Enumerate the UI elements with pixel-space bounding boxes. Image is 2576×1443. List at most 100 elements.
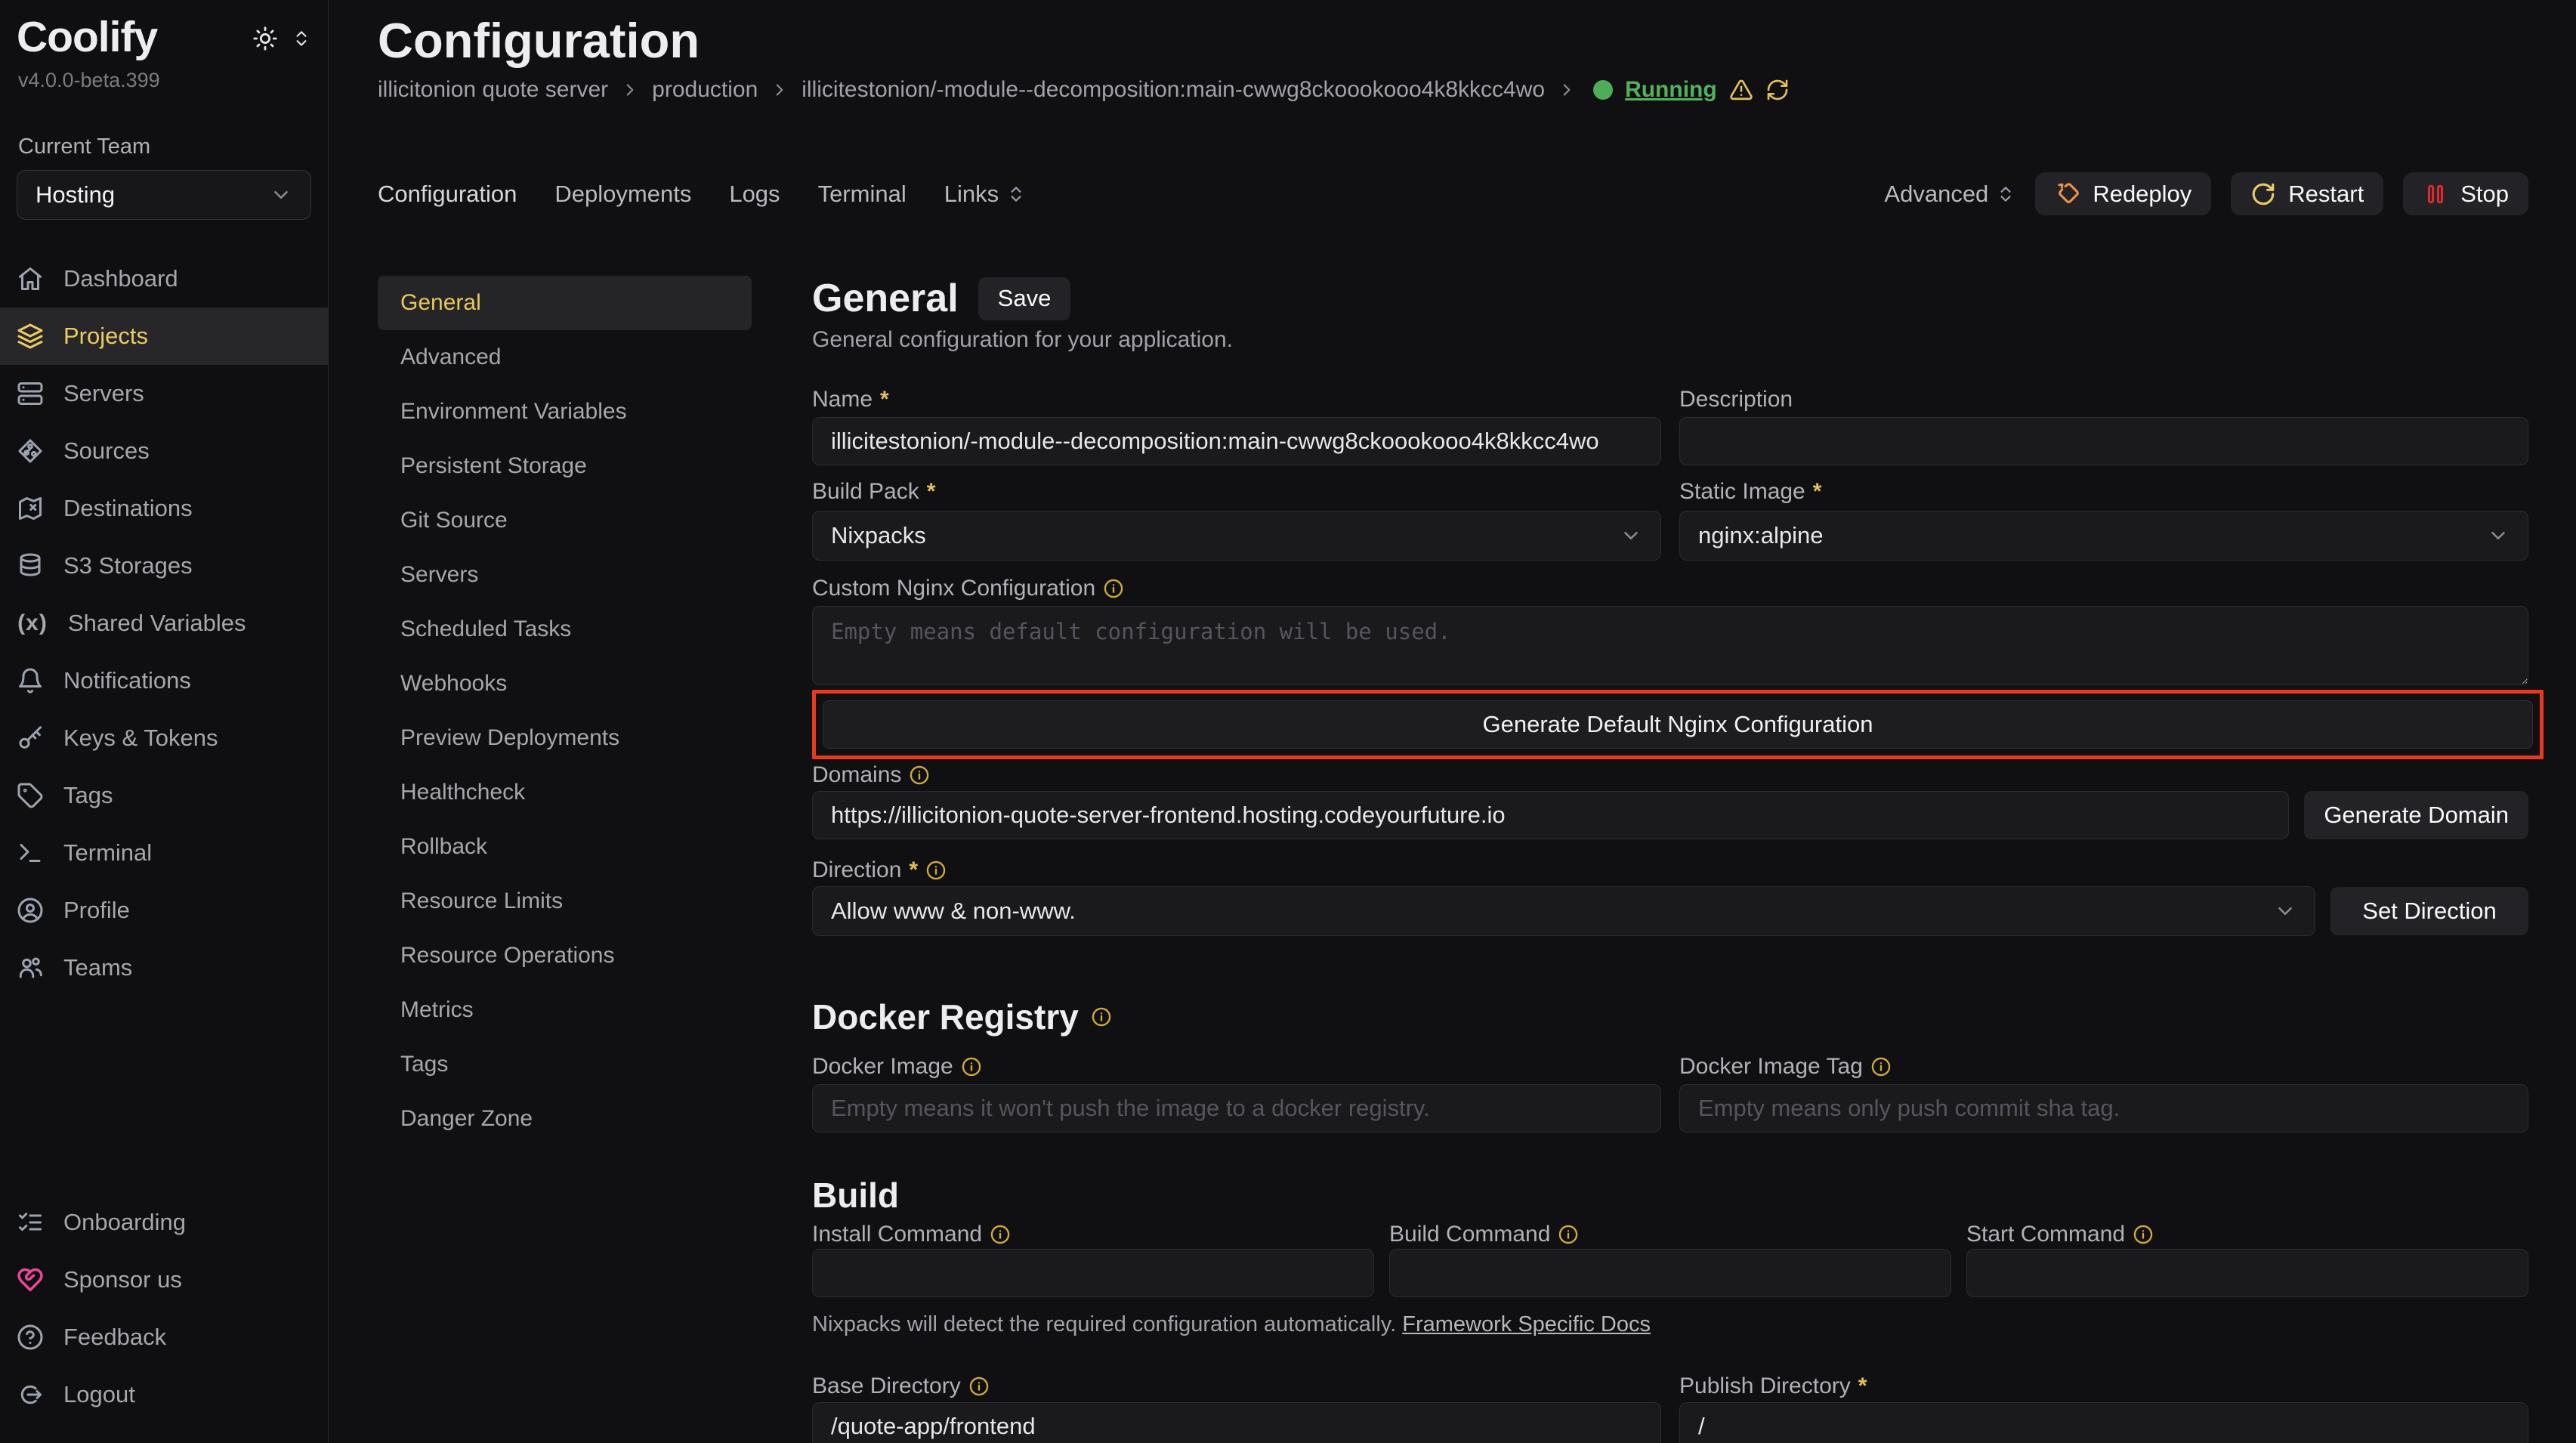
breadcrumb-application[interactable]: illicitestonion/-module--decomposition:m… [802, 77, 1545, 103]
required-asterisk: * [880, 387, 889, 413]
docker-image-input[interactable] [812, 1084, 1661, 1132]
subnav-item-webhooks[interactable]: Webhooks [378, 657, 752, 711]
sidebar-item-label: Notifications [63, 667, 191, 694]
build-command-input[interactable] [1389, 1249, 1951, 1297]
redeploy-button[interactable]: Redeploy [2035, 172, 2211, 215]
shared-variables-icon: (x) [17, 610, 48, 636]
subnav-item-danger-zone[interactable]: Danger Zone [378, 1092, 752, 1146]
pause-icon [2423, 181, 2448, 207]
sidebar-item-profile[interactable]: Profile [0, 882, 328, 939]
tab-links[interactable]: Links [944, 181, 1026, 208]
subnav-item-git-source[interactable]: Git Source [378, 493, 752, 548]
subnav-item-resource-limits[interactable]: Resource Limits [378, 874, 752, 929]
subnav-item-tags[interactable]: Tags [378, 1037, 752, 1092]
subnav-item-scheduled-tasks[interactable]: Scheduled Tasks [378, 602, 752, 657]
sidebar-item-sources[interactable]: Sources [0, 422, 328, 480]
warning-triangle-icon[interactable] [1729, 78, 1753, 102]
tab-logs[interactable]: Logs [729, 181, 780, 208]
sidebar-item-logout[interactable]: Logout [0, 1366, 328, 1423]
domains-label: Domains [812, 762, 2528, 788]
restart-button[interactable]: Restart [2231, 172, 2383, 215]
start-command-input[interactable] [1966, 1249, 2528, 1297]
breadcrumb-environment[interactable]: production [652, 77, 758, 103]
stop-button[interactable]: Stop [2403, 172, 2528, 215]
sidebar-item-shared-variables[interactable]: (x) Shared Variables [0, 595, 328, 652]
domains-input[interactable] [812, 791, 2289, 839]
save-button[interactable]: Save [978, 277, 1071, 320]
set-direction-button[interactable]: Set Direction [2330, 887, 2528, 935]
name-input[interactable] [812, 417, 1661, 465]
publish-directory-input[interactable] [1679, 1402, 2528, 1443]
start-command-label: Start Command [1966, 1222, 2528, 1247]
direction-select[interactable]: Allow www & non-www. [812, 886, 2315, 936]
sidebar-item-destinations[interactable]: Destinations [0, 480, 328, 537]
sidebar-item-tags[interactable]: Tags [0, 767, 328, 824]
subnav-item-healthcheck[interactable]: Healthcheck [378, 765, 752, 820]
terminal-icon [17, 839, 44, 867]
info-icon[interactable] [961, 1056, 982, 1077]
docker-image-tag-input[interactable] [1679, 1084, 2528, 1132]
sidebar-item-servers[interactable]: Servers [0, 365, 328, 422]
theme-selector-chevrons-icon[interactable] [292, 29, 311, 48]
status-running-link[interactable]: Running [1625, 77, 1717, 103]
sidebar-item-dashboard[interactable]: Dashboard [0, 250, 328, 307]
sidebar-item-terminal[interactable]: Terminal [0, 824, 328, 882]
info-icon[interactable] [1103, 578, 1124, 599]
sidebar-item-onboarding[interactable]: Onboarding [0, 1194, 328, 1251]
build-pack-select[interactable]: Nixpacks [812, 511, 1661, 561]
subnav-item-rollback[interactable]: Rollback [378, 820, 752, 874]
subnav-item-general[interactable]: General [378, 276, 752, 330]
static-image-select[interactable]: nginx:alpine [1679, 511, 2528, 561]
sidebar-item-label: Keys & Tokens [63, 725, 218, 752]
subnav-item-metrics[interactable]: Metrics [378, 983, 752, 1037]
subnav-item-advanced[interactable]: Advanced [378, 330, 752, 385]
info-icon[interactable] [1870, 1056, 1892, 1077]
user-circle-icon [17, 897, 44, 924]
tab-deployments[interactable]: Deployments [554, 181, 691, 208]
sidebar-item-label: Terminal [63, 839, 152, 867]
sidebar-item-projects[interactable]: Projects [0, 307, 328, 365]
chevron-right-icon [1557, 80, 1577, 100]
restart-label: Restart [2288, 181, 2364, 208]
sidebar-item-notifications[interactable]: Notifications [0, 652, 328, 709]
breadcrumb-project[interactable]: illicitonion quote server [378, 77, 608, 103]
info-icon[interactable] [2133, 1224, 2154, 1245]
advanced-dropdown[interactable]: Advanced [1884, 181, 2015, 208]
sidebar-item-teams[interactable]: Teams [0, 939, 328, 997]
subnav-item-persistent-storage[interactable]: Persistent Storage [378, 439, 752, 493]
description-input[interactable] [1679, 417, 2528, 465]
tab-configuration[interactable]: Configuration [378, 181, 517, 208]
subnav-item-preview-deployments[interactable]: Preview Deployments [378, 711, 752, 765]
base-directory-input[interactable] [812, 1402, 1661, 1443]
database-icon [17, 552, 44, 579]
framework-docs-link[interactable]: Framework Specific Docs [1402, 1312, 1651, 1336]
info-icon[interactable] [1558, 1224, 1579, 1245]
info-icon[interactable] [1091, 1006, 1112, 1027]
subnav-item-resource-operations[interactable]: Resource Operations [378, 929, 752, 983]
info-icon[interactable] [925, 860, 947, 881]
sidebar-item-feedback[interactable]: Feedback [0, 1309, 328, 1366]
generate-domain-button[interactable]: Generate Domain [2304, 791, 2528, 839]
team-select[interactable]: Hosting [17, 170, 311, 220]
sidebar-item-keys-tokens[interactable]: Keys & Tokens [0, 709, 328, 767]
info-icon[interactable] [909, 765, 930, 786]
nixpacks-note: Nixpacks will detect the required config… [812, 1312, 2528, 1337]
section-subtitle: General configuration for your applicati… [812, 327, 2528, 353]
logout-icon [17, 1381, 44, 1408]
refresh-icon[interactable] [1765, 78, 1790, 102]
sidebar-item-label: Dashboard [63, 265, 178, 292]
theme-sun-icon[interactable] [252, 26, 278, 51]
help-circle-icon [17, 1324, 44, 1351]
custom-nginx-textarea[interactable] [812, 606, 2528, 685]
info-icon[interactable] [990, 1224, 1011, 1245]
sidebar-item-label: Servers [63, 380, 144, 407]
subnav-item-servers[interactable]: Servers [378, 548, 752, 602]
install-command-input[interactable] [812, 1249, 1374, 1297]
tab-links-label: Links [944, 181, 999, 208]
sidebar-item-sponsor-us[interactable]: Sponsor us [0, 1251, 328, 1309]
subnav-item-environment-variables[interactable]: Environment Variables [378, 385, 752, 439]
generate-nginx-config-button[interactable]: Generate Default Nginx Configuration [823, 700, 2533, 749]
sidebar-item-s3-storages[interactable]: S3 Storages [0, 537, 328, 595]
info-icon[interactable] [968, 1376, 990, 1397]
tab-terminal[interactable]: Terminal [818, 181, 907, 208]
